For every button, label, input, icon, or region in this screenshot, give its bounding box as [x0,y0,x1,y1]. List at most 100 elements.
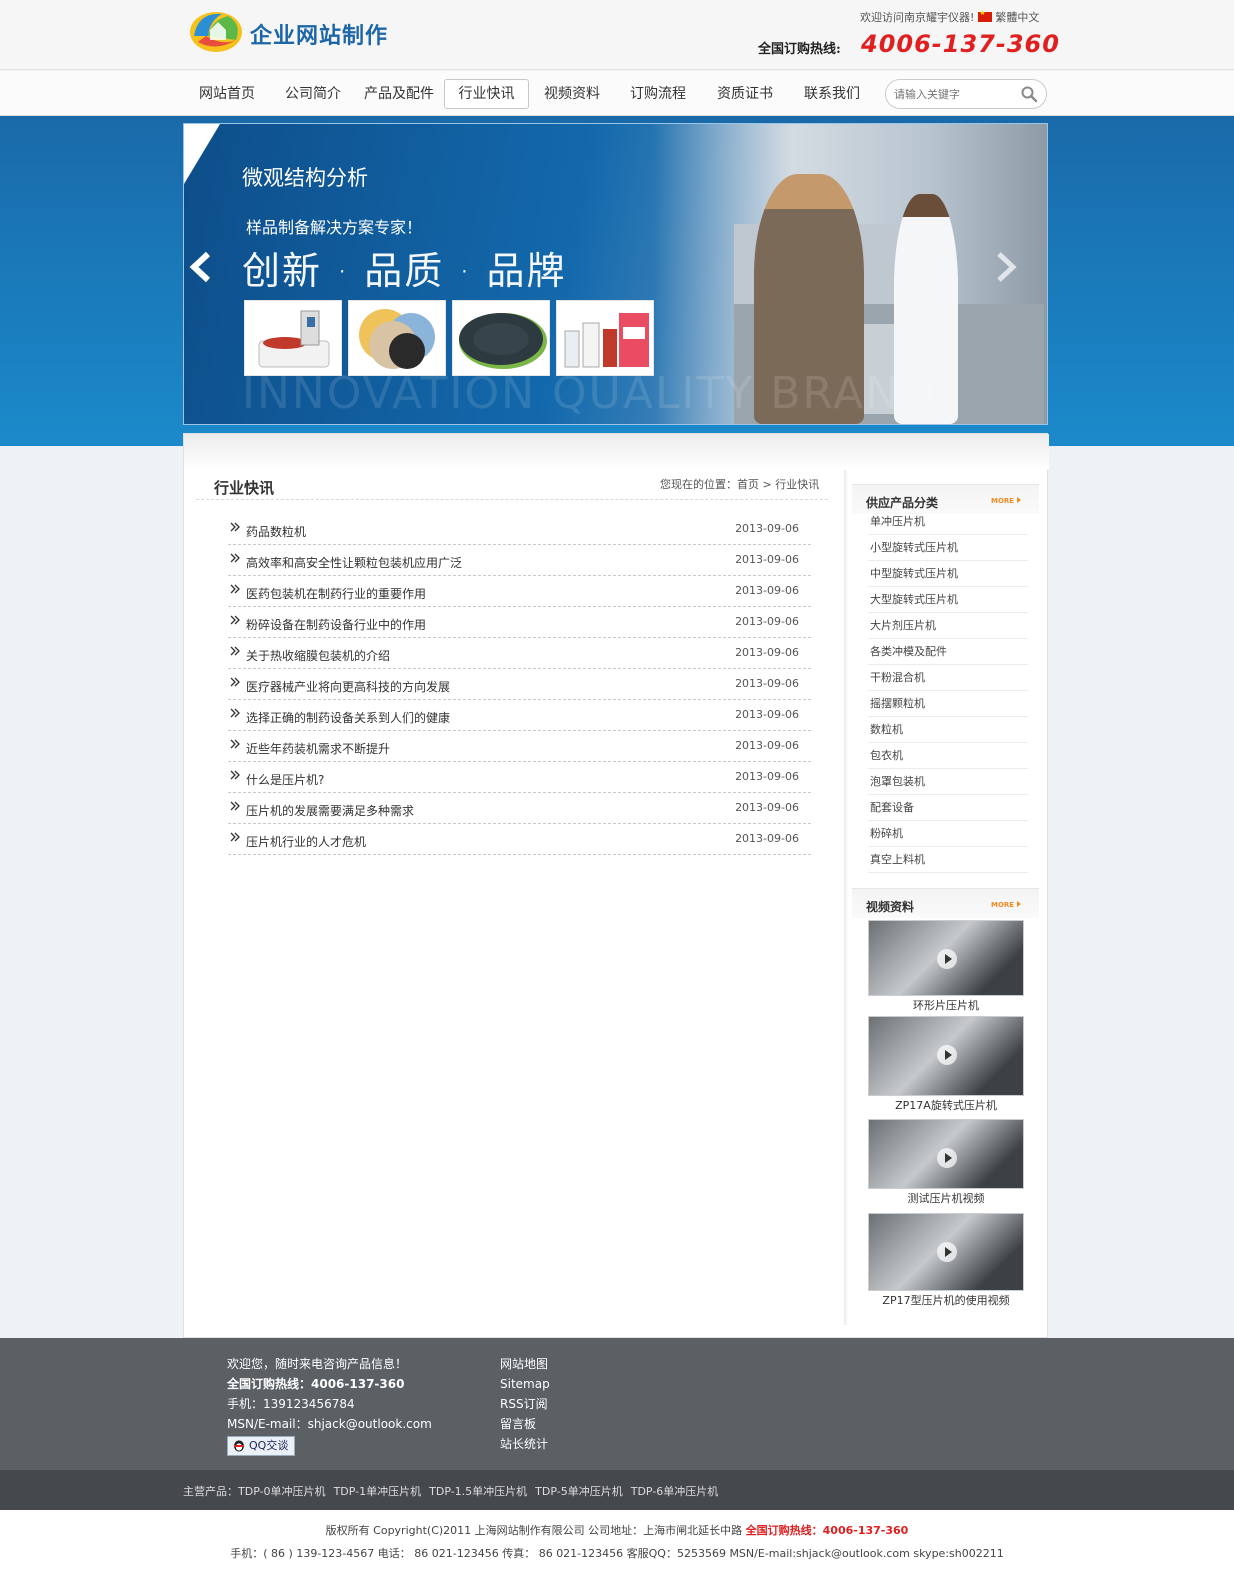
news-title-link[interactable]: 什么是压片机? [246,771,324,788]
news-list-item[interactable]: 关于热收缩膜包装机的介绍 2013-09-06 [228,638,811,669]
category-item[interactable]: 干粉混合机 [868,665,1028,691]
news-date: 2013-09-06 [735,522,799,535]
footer-link-sitemap-cn[interactable]: 网站地图 [500,1354,550,1374]
video-caption[interactable]: 测试压片机视频 [868,1190,1024,1206]
more-icon[interactable]: MORE [991,495,1021,505]
video-thumbnail[interactable] [868,1119,1024,1189]
footer-hotline: 全国订购热线：4006-137-360 [227,1377,405,1391]
footer-contact-info: 欢迎您，随时来电咨询产品信息！ 全国订购热线：4006-137-360 手机：1… [227,1354,487,1456]
hotline-number: 4006-137-360 [861,30,1060,58]
news-title-link[interactable]: 高效率和高安全性让颗粒包装机应用广泛 [246,554,462,571]
video-card[interactable]: ZP17A旋转式压片机 [868,1016,1024,1113]
news-list-item[interactable]: 医疗器械产业将向更高科技的方向发展 2013-09-06 [228,669,811,700]
news-title-link[interactable]: 粉碎设备在制药设备行业中的作用 [246,616,426,633]
news-title-link[interactable]: 选择正确的制药设备关系到人们的健康 [246,709,450,726]
news-list-item[interactable]: 医药包装机在制药行业的重要作用 2013-09-06 [228,576,811,607]
category-item[interactable]: 各类冲模及配件 [868,639,1028,665]
product-link[interactable]: TDP-0单冲压片机 [238,1485,326,1498]
nav-item-videos[interactable]: 视频资料 [531,79,613,109]
category-item[interactable]: 大型旋转式压片机 [868,587,1028,613]
footer-link-guestbook[interactable]: 留言板 [500,1414,550,1434]
more-label: MORE [991,497,1014,505]
category-item[interactable]: 真空上料机 [868,847,1028,873]
section-title: 行业快讯 [214,479,275,497]
category-item[interactable]: 大片剂压片机 [868,613,1028,639]
video-caption[interactable]: ZP17型压片机的使用视频 [868,1292,1024,1308]
video-caption[interactable]: 环形片压片机 [868,997,1024,1013]
news-title-link[interactable]: 医药包装机在制药行业的重要作用 [246,585,426,602]
category-item[interactable]: 配套设备 [868,795,1028,821]
video-card[interactable]: 环形片压片机 [868,920,1024,1013]
video-card[interactable]: 测试压片机视频 [868,1119,1024,1206]
news-list-item[interactable]: 什么是压片机? 2013-09-06 [228,762,811,793]
double-chevron-icon [230,553,240,563]
copyright-line: 版权所有 Copyright(C)2011 上海网站制作有限公司 公司地址：上海… [0,1522,1234,1538]
footer-link-stats[interactable]: 站长统计 [500,1434,550,1454]
product-link[interactable]: TDP-6单冲压片机 [631,1485,719,1498]
more-icon[interactable]: MORE [991,899,1021,909]
nav-item-ordering[interactable]: 订购流程 [617,79,699,109]
video-thumbnail[interactable] [868,1016,1024,1096]
nav-item-contact[interactable]: 联系我们 [790,79,874,109]
footer-link-rss[interactable]: RSS订阅 [500,1394,550,1414]
footer-link-sitemap[interactable]: Sitemap [500,1374,550,1394]
banner-slogan: 创新 · 品质 · 品牌 [242,249,567,293]
language-switch-link[interactable]: 繁體中文 [995,11,1039,24]
category-item[interactable]: 单冲压片机 [868,509,1028,535]
copyright-hotline: 全国订购热线：4006-137-360 [745,1524,909,1537]
news-date: 2013-09-06 [735,584,799,597]
news-title-link[interactable]: 压片机的发展需要满足多种需求 [246,802,414,819]
category-item[interactable]: 摇摆颗粒机 [868,691,1028,717]
content-panel: 行业快讯 您现在的位置：首页 > 行业快讯 药品数粒机 2013-09-06 高效率… [183,433,1049,1338]
sidebar-divider [844,470,848,1325]
category-item[interactable]: 粉碎机 [868,821,1028,847]
category-item[interactable]: 数粒机 [868,717,1028,743]
news-list-item[interactable]: 压片机的发展需要满足多种需求 2013-09-06 [228,793,811,824]
news-list-item[interactable]: 药品数粒机 2013-09-06 [228,514,811,545]
video-card[interactable]: ZP17型压片机的使用视频 [868,1213,1024,1308]
nav-item-home[interactable]: 网站首页 [186,79,268,109]
category-item[interactable]: 泡罩包装机 [868,769,1028,795]
nav-item-news[interactable]: 行业快讯 [444,79,529,109]
news-list-item[interactable]: 高效率和高安全性让颗粒包装机应用广泛 2013-09-06 [228,545,811,576]
news-list-item[interactable]: 选择正确的制药设备关系到人们的健康 2013-09-06 [228,700,811,731]
top-welcome-bar: 欢迎访问南京耀宇仪器! 繁體中文 [860,9,1039,25]
news-title-link[interactable]: 医疗器械产业将向更高科技的方向发展 [246,678,450,695]
news-list-item[interactable]: 近些年药装机需求不断提升 2013-09-06 [228,731,811,762]
video-thumbnail[interactable] [868,1213,1024,1291]
breadcrumb: 您现在的位置：首页 > 行业快讯 [660,476,819,492]
nav-item-products[interactable]: 产品及配件 [356,79,442,109]
news-title-link[interactable]: 压片机行业的人才危机 [246,833,366,850]
news-date: 2013-09-06 [735,677,799,690]
qq-chat-label: QQ交谈 [249,1439,289,1452]
banner-corner [184,124,220,184]
news-title-link[interactable]: 关于热收缩膜包装机的介绍 [246,647,390,664]
banner-prev-arrow-icon[interactable] [188,250,214,284]
news-list-item[interactable]: 粉碎设备在制药设备行业中的作用 2013-09-06 [228,607,811,638]
site-logo[interactable]: 企业网站制作 [188,6,408,56]
qq-chat-button[interactable]: QQ交谈 [227,1436,296,1456]
banner-next-arrow-icon[interactable] [993,250,1019,284]
news-date: 2013-09-06 [735,832,799,845]
category-item[interactable]: 包衣机 [868,743,1028,769]
nav-item-about[interactable]: 公司简介 [272,79,354,109]
product-link[interactable]: TDP-1单冲压片机 [334,1485,422,1498]
video-caption[interactable]: ZP17A旋转式压片机 [868,1097,1024,1113]
search-input[interactable] [894,85,1018,103]
news-date: 2013-09-06 [735,708,799,721]
china-flag-icon [978,9,993,22]
nav-item-certificates[interactable]: 资质证书 [703,79,787,109]
product-link[interactable]: TDP-5单冲压片机 [535,1485,623,1498]
product-link[interactable]: TDP-1.5单冲压片机 [429,1485,527,1498]
category-item[interactable]: 中型旋转式压片机 [868,561,1028,587]
video-thumbnail[interactable] [868,920,1024,996]
news-title-link[interactable]: 药品数粒机 [246,523,306,540]
footer-main: 欢迎您，随时来电咨询产品信息！ 全国订购热线：4006-137-360 手机：1… [0,1338,1234,1470]
news-list-item[interactable]: 压片机行业的人才危机 2013-09-06 [228,824,811,855]
breadcrumb-home-link[interactable]: 首页 [737,478,759,491]
news-title-link[interactable]: 近些年药装机需求不断提升 [246,740,390,757]
news-date: 2013-09-06 [735,615,799,628]
search-icon[interactable] [1020,85,1038,103]
category-item[interactable]: 小型旋转式压片机 [868,535,1028,561]
double-chevron-icon [230,646,240,656]
